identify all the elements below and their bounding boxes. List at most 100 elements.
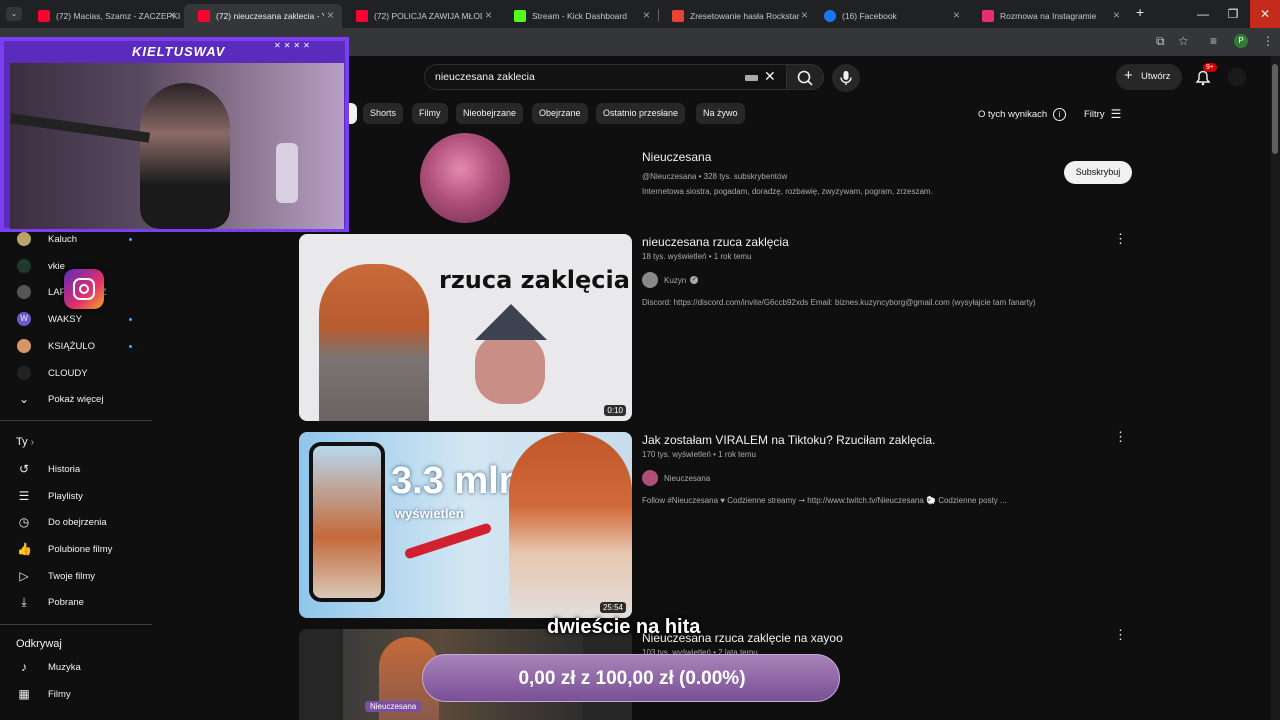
close-window-button[interactable]: ✕ xyxy=(1250,0,1280,28)
close-icon[interactable]: × xyxy=(327,8,334,22)
notification-badge: 9+ xyxy=(1203,63,1217,72)
tab-search-icon[interactable]: ⌄ xyxy=(6,7,22,21)
facebook-favicon-icon xyxy=(824,10,836,22)
notifications-button[interactable]: 9+ xyxy=(1192,63,1217,88)
sidebar-you-heading[interactable]: Ty › xyxy=(16,436,34,448)
voice-search-button[interactable] xyxy=(832,64,860,92)
sidebar-item-label: Historia xyxy=(48,463,81,475)
filters-button[interactable]: Filtry ☰ xyxy=(1084,106,1121,122)
browser-tab-5[interactable]: Zresetowanie hasła Rockstar Ga × xyxy=(658,4,816,28)
more-actions-icon[interactable]: ⋮ xyxy=(1114,429,1127,445)
minimize-button[interactable]: — xyxy=(1188,0,1218,28)
close-icon[interactable]: × xyxy=(643,8,650,22)
close-icon[interactable]: × xyxy=(953,8,960,22)
sidebar-sub-ksiazulo[interactable]: KSIĄŻULO xyxy=(0,333,150,359)
chip-filmy[interactable]: Filmy xyxy=(412,103,448,124)
reading-list-icon[interactable]: ≡ xyxy=(1210,34,1217,48)
more-actions-icon[interactable]: ⋮ xyxy=(1114,231,1127,247)
browser-tab-7[interactable]: Rozmowa na Instagramie × xyxy=(968,4,1128,28)
music-note-icon: ♪ xyxy=(21,660,27,674)
sidebar-item-muzyka[interactable]: ♪ Muzyka xyxy=(0,654,150,680)
scrollbar-thumb[interactable] xyxy=(1272,64,1278,154)
tab-title: Zresetowanie hasła Rockstar Ga xyxy=(690,11,800,21)
video-desc-2: Follow #Nieuczesana ♥ Codzienne streamy … xyxy=(642,496,1007,505)
new-tab-button[interactable]: + xyxy=(1136,4,1144,20)
about-results-label: O tych wynikach xyxy=(978,108,1048,120)
chip-shorts[interactable]: Shorts xyxy=(363,103,404,124)
maximize-button[interactable]: ❐ xyxy=(1218,0,1248,28)
channel-label: Kuzyn xyxy=(664,275,687,285)
channel-name[interactable]: Nieuczesana xyxy=(642,150,711,164)
sidebar-item-do-obejrzenia[interactable]: ◷ Do obejrzenia xyxy=(0,509,150,535)
sidebar-sub-cloudy[interactable]: CLOUDY xyxy=(0,360,150,386)
video-icon: ▷ xyxy=(19,569,29,583)
sidebar-item-label: CLOUDY xyxy=(48,367,88,379)
sidebar-item-label: Polubione filmy xyxy=(48,543,113,555)
search-button[interactable] xyxy=(786,64,824,90)
keyboard-icon[interactable] xyxy=(745,75,758,81)
sidebar-show-more[interactable]: ⌄ Pokaż więcej xyxy=(0,386,150,412)
subscribe-button[interactable]: Subskrybuj xyxy=(1064,161,1132,184)
more-actions-icon[interactable]: ⋮ xyxy=(1114,627,1127,643)
bookmark-star-icon[interactable]: ☆ xyxy=(1178,34,1189,48)
browser-tab-1[interactable]: (72) Macias, Szamz - ZACZEPKI × xyxy=(24,4,184,28)
clear-search-icon[interactable]: ✕ xyxy=(764,68,776,85)
live-dot xyxy=(129,237,132,241)
chip-nieobejrzane[interactable]: Nieobejrzane xyxy=(456,103,524,124)
browser-tab-6[interactable]: (16) Facebook × xyxy=(810,4,968,28)
chip-obejrzane[interactable]: Obejrzane xyxy=(532,103,588,124)
sidebar-item-historia[interactable]: ↺ Historia xyxy=(0,456,150,482)
profile-avatar[interactable]: P xyxy=(1234,34,1248,48)
plus-icon: + xyxy=(1124,67,1133,84)
webcam-mic-arm xyxy=(10,113,151,143)
video-thumbnail-1[interactable]: rzuca zaklęcia 0:10 xyxy=(299,234,632,421)
channel-meta: @Nieuczesana • 328 tys. subskrybentów xyxy=(642,172,788,181)
video-meta-1: 18 tys. wyświetleń • 1 rok temu xyxy=(642,252,752,261)
video-channel-1[interactable]: Kuzyn ✓ xyxy=(642,272,699,288)
phone-mockup xyxy=(309,442,385,602)
close-icon[interactable]: × xyxy=(169,8,176,22)
thumbnail-small-text: wyświetleń xyxy=(395,506,464,521)
sidebar-divider xyxy=(0,420,152,421)
browser-tab-2-active[interactable]: (72) nieuczesana zaklecia - YouTube × xyxy=(184,4,342,28)
close-icon[interactable]: × xyxy=(485,8,492,22)
channel-avatar-large[interactable] xyxy=(420,133,510,223)
create-button[interactable]: + Utwórz xyxy=(1116,64,1182,90)
chip-na-zywo[interactable]: Na żywo xyxy=(696,103,745,124)
thumbs-up-icon: 👍 xyxy=(17,542,32,556)
donation-goal-text: 0,00 zł z 100,00 zł (0.00%) xyxy=(518,668,746,689)
thumbnail-text: rzuca zaklęcia xyxy=(439,266,630,294)
sidebar-item-playlisty[interactable]: ☰ Playlisty xyxy=(0,483,150,509)
close-icon[interactable]: × xyxy=(1113,8,1120,22)
video-duration: 0:10 xyxy=(604,405,626,416)
close-icon[interactable]: × xyxy=(801,8,808,22)
tab-title: (72) nieuczesana zaklecia - YouTube xyxy=(216,11,324,21)
sidebar-sub-waksy[interactable]: W WAKSY xyxy=(0,306,150,332)
browser-tab-4[interactable]: Stream - Kick Dashboard × xyxy=(500,4,658,28)
sidebar-item-filmy[interactable]: ▦ Filmy xyxy=(0,681,150,707)
video-title-2[interactable]: Jak zostałam VIRALEM na Tiktoku? Rzuciła… xyxy=(642,433,935,447)
donation-message: dwieście na hita xyxy=(547,616,701,638)
video-title-1[interactable]: nieuczesana rzuca zaklęcia xyxy=(642,235,789,249)
browser-menu-icon[interactable]: ⋮ xyxy=(1262,34,1274,48)
video-duration: 25:54 xyxy=(599,602,626,613)
channel-avatar xyxy=(17,232,31,246)
chevron-down-icon: ⌄ xyxy=(18,392,30,406)
search-input[interactable]: nieuczesana zaklecia ✕ xyxy=(424,64,786,90)
cast-icon[interactable]: ⧉ xyxy=(1156,34,1165,49)
chip-ostatnio-przeslane[interactable]: Ostatnio przesłane xyxy=(596,103,686,124)
page-scrollbar[interactable] xyxy=(1271,56,1280,720)
streamer-name: KIELTUSWAV xyxy=(132,44,226,59)
thumbnail-person xyxy=(509,432,632,618)
video-channel-2[interactable]: Nieuczesana xyxy=(642,470,710,486)
account-avatar[interactable] xyxy=(1228,68,1246,86)
sidebar-item-pobrane[interactable]: ⤓ Pobrane xyxy=(0,589,150,615)
sidebar-item-twoje-filmy[interactable]: ▷ Twoje filmy xyxy=(0,563,150,589)
sidebar-item-polubione[interactable]: 👍 Polubione filmy xyxy=(0,536,150,562)
decorative-crosses: ✕✕✕✕ xyxy=(274,41,313,50)
tab-title: (16) Facebook xyxy=(842,11,897,21)
about-results-link[interactable]: O tych wynikach i xyxy=(978,106,1067,122)
sidebar-item-label: Kaluch xyxy=(48,233,78,245)
browser-tab-3[interactable]: (72) POLICJA ZAWIJA MŁODEGO × xyxy=(342,4,500,28)
video-thumbnail-2[interactable]: 3.3 mln wyświetleń 25:54 xyxy=(299,432,632,618)
